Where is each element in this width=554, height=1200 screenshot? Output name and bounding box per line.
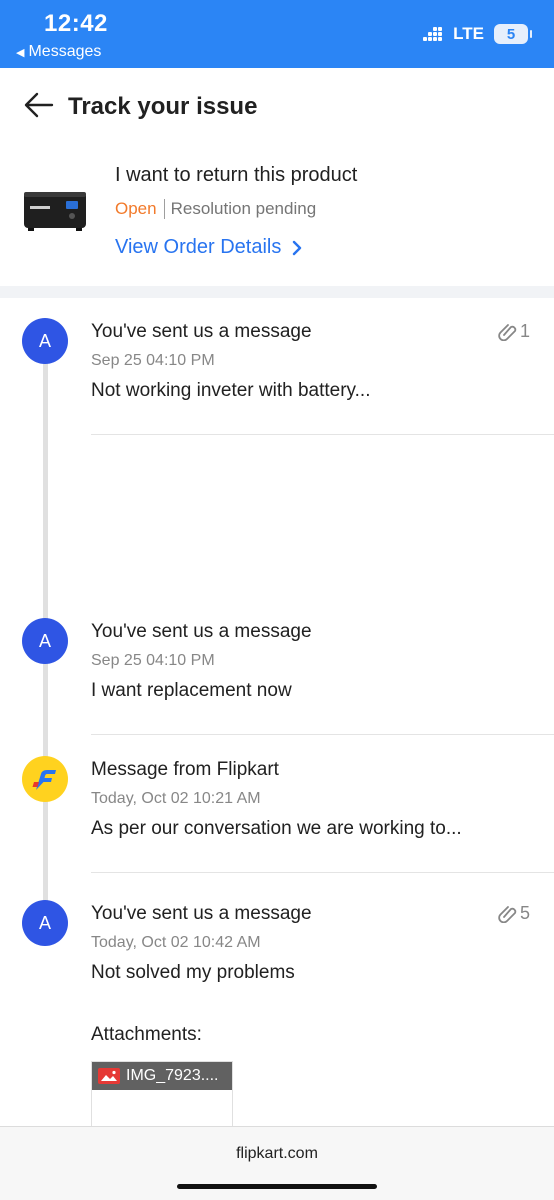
attachment-thumbnail[interactable]: IMG_7923.... [91, 1061, 233, 1131]
message-time: Today, Oct 02 10:42 AM [91, 934, 261, 951]
chevron-right-icon [293, 240, 302, 255]
attachment-file-name: IMG_7923.... [126, 1067, 219, 1084]
message-text: Not working inveter with battery... [91, 380, 371, 401]
message-title: You've sent us a message [91, 621, 312, 642]
attachment-file-bar: IMG_7923.... [92, 1062, 232, 1090]
back-arrow-icon[interactable] [22, 88, 56, 122]
url-text: flipkart.com [236, 1145, 318, 1162]
view-order-details-link[interactable]: View Order Details [115, 236, 303, 259]
paperclip-icon [498, 323, 517, 341]
message-divider [91, 434, 554, 435]
timeline-message[interactable]: Message from Flipkart Today, Oct 02 10:2… [0, 756, 554, 876]
status-separator [163, 199, 165, 219]
status-indicators: LTE 5 [423, 24, 532, 44]
attachment-count[interactable]: 1 [498, 321, 530, 342]
timeline-message[interactable]: A You've sent us a message Sep 25 04:10 … [0, 618, 554, 738]
status-time: 12:42 [44, 10, 108, 37]
message-title: You've sent us a message [91, 903, 312, 924]
message-text: As per our conversation we are working t… [91, 818, 462, 839]
back-to-app-link[interactable]: ◀ Messages [16, 43, 101, 61]
message-text: Not solved my problems [91, 962, 295, 983]
paperclip-icon [498, 905, 517, 923]
page-header: Track your issue [0, 68, 554, 144]
status-bar: 12:42 ◀ Messages LTE 5 [0, 0, 554, 68]
user-avatar: A [22, 618, 68, 664]
image-file-icon [98, 1068, 120, 1084]
attachments-label: Attachments: [91, 1024, 202, 1045]
message-title: You've sent us a message [91, 321, 312, 342]
attachment-count[interactable]: 5 [498, 903, 530, 924]
message-divider [91, 872, 554, 873]
message-time: Sep 25 04:10 PM [91, 352, 215, 369]
issue-summary: I want to return this product Open Resol… [0, 144, 554, 286]
issue-status: Open Resolution pending [115, 199, 316, 219]
user-avatar: A [22, 900, 68, 946]
attachment-count-value: 5 [519, 903, 530, 923]
issue-title: I want to return this product [115, 164, 358, 186]
back-triangle-icon: ◀ [16, 46, 25, 59]
section-divider [0, 286, 554, 298]
home-indicator[interactable] [177, 1184, 377, 1189]
page-title: Track your issue [68, 93, 258, 120]
message-text: I want replacement now [91, 680, 292, 701]
message-title: Message from Flipkart [91, 759, 279, 780]
message-divider [91, 734, 554, 735]
signal-icon [423, 27, 443, 41]
browser-url-bar[interactable]: flipkart.com [0, 1126, 554, 1200]
view-order-label: View Order Details [115, 236, 282, 258]
attachment-count-value: 1 [519, 321, 530, 341]
battery-indicator: 5 [494, 24, 532, 44]
product-image [24, 192, 86, 231]
timeline-message[interactable]: A You've sent us a message 5 Today, Oct … [0, 900, 554, 1020]
message-time: Sep 25 04:10 PM [91, 652, 215, 669]
user-avatar: A [22, 318, 68, 364]
status-open-label: Open [115, 199, 157, 218]
timeline-message[interactable]: A You've sent us a message 1 Sep 25 04:1… [0, 318, 554, 438]
back-app-label: Messages [28, 43, 102, 60]
resolution-status-label: Resolution pending [170, 199, 317, 218]
message-time: Today, Oct 02 10:21 AM [91, 790, 261, 807]
flipkart-logo-icon [22, 756, 68, 802]
network-type: LTE [453, 24, 484, 43]
